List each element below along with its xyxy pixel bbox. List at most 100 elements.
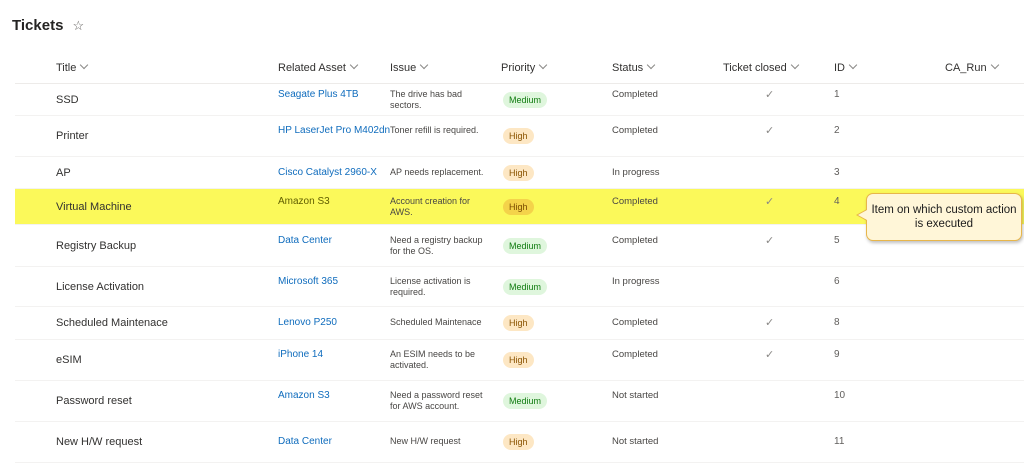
table-row[interactable]: AP Cisco Catalyst 2960-X AP needs replacem… [15,157,1024,189]
chevron-down-icon [790,60,800,70]
ticket-title[interactable]: New H/W request [56,436,142,448]
ticket-title[interactable]: AP [56,167,71,179]
priority-cell: High [503,315,534,331]
priority-badge: High [503,434,534,450]
priority-badge: Medium [503,393,548,409]
rows-container: SSD Seagate Plus 4TB The drive has bad sec… [15,84,1024,463]
priority-cell: Medium [503,278,548,295]
chevron-down-icon [990,60,999,70]
column-header-ticket-closed[interactable]: Ticket closed [723,60,800,74]
column-header-label: ID [834,62,845,74]
ticket-title[interactable]: Password reset [56,395,132,407]
issue-text: Need a password reset for AWS account. [390,390,483,411]
chevron-down-icon [848,60,858,70]
checkmark-icon: ✓ [765,88,775,101]
column-header-label: Related Asset [278,62,346,74]
priority-badge: High [503,315,534,331]
column-header-label: Status [612,62,644,74]
chevron-down-icon [538,60,548,70]
ticket-title[interactable]: Printer [56,130,88,142]
annotation-callout: Item on which custom action is executed [866,193,1022,241]
priority-badge: Medium [503,237,548,254]
column-header-id[interactable]: ID [834,60,858,74]
priority-badge: Medium [503,91,548,108]
related-asset-link[interactable]: Data Center [278,235,332,247]
ticket-id: 4 [834,195,840,207]
checkmark-icon: ✓ [765,349,775,361]
related-asset-link[interactable]: Seagate Plus 4TB [278,89,359,101]
ticket-id: 8 [834,317,840,328]
status-text: In progress [612,275,660,287]
column-header-label: Ticket closed [723,62,787,74]
ticket-title[interactable]: eSIM [56,354,82,366]
column-header-status[interactable]: Status [612,60,656,74]
priority-cell: High [503,352,534,368]
status-text: Not started [612,390,659,401]
status-text: Not started [612,436,659,447]
ticket-id: 10 [834,390,846,401]
priority-cell: Medium [503,237,548,254]
column-header-priority[interactable]: Priority [501,60,548,74]
ticket-title[interactable]: Scheduled Maintenace [56,317,168,329]
status-text: Completed [612,234,658,246]
ticket-id: 1 [834,88,840,100]
star-icon[interactable]: ☆ [72,18,84,34]
ticket-title[interactable]: License Activation [56,281,144,293]
ticket-id: 3 [834,166,840,178]
column-header-label: Title [56,62,77,74]
table-row[interactable]: Printer HP LaserJet Pro M402dn Toner refil… [15,116,1024,157]
related-asset-link[interactable]: Microsoft 365 [278,276,338,288]
ticket-id: 6 [834,275,840,287]
chevron-down-icon [420,60,429,70]
column-header-label: CA_Run [945,62,987,74]
related-asset-link[interactable]: Lenovo P250 [278,317,337,329]
issue-text: AP needs replacement. [390,166,484,177]
ticket-id: 9 [834,349,840,360]
priority-cell: Medium [503,91,548,108]
status-text: Completed [612,88,658,100]
table-row[interactable]: Scheduled Maintenace Lenovo P250 Scheduled… [15,307,1024,340]
status-text: Completed [612,349,658,360]
ticket-title[interactable]: Registry Backup [56,240,136,252]
related-asset-link[interactable]: HP LaserJet Pro M402dn [278,125,390,137]
priority-cell: High [503,128,534,144]
checkmark-icon: ✓ [765,125,775,137]
issue-text: An ESIM needs to be activated. [390,349,476,370]
table-row[interactable]: Password reset Amazon S3 Need a password r… [15,381,1024,422]
status-text: Completed [612,125,658,136]
page-header: Tickets ☆ [12,17,84,34]
related-asset-link[interactable]: Amazon S3 [278,196,330,208]
page-title: Tickets [12,17,64,34]
related-asset-link[interactable]: Data Center [278,436,332,448]
ticket-title[interactable]: SSD [56,94,79,106]
priority-badge: High [503,198,534,215]
callout-pointer-inner [858,210,867,220]
priority-cell: Medium [503,393,548,409]
related-asset-link[interactable]: Cisco Catalyst 2960-X [278,167,377,179]
callout-text: Item on which custom action is executed [871,204,1017,230]
issue-text: License activation is required. [390,275,471,297]
column-header-label: Priority [501,62,536,74]
chevron-down-icon [349,60,359,70]
checkmark-icon: ✓ [765,317,775,329]
table-row[interactable]: eSIM iPhone 14 An ESIM needs to be activat… [15,340,1024,381]
column-header-ca-run[interactable]: CA_Run [945,60,999,74]
related-asset-link[interactable]: iPhone 14 [278,349,323,361]
priority-badge: High [503,128,534,144]
column-header-row: Title Related Asset Issue Priority Statu… [15,55,1024,84]
priority-cell: High [503,164,534,181]
priority-badge: High [503,352,534,368]
column-header-label: Issue [390,62,417,74]
table-row[interactable]: License Activation Microsoft 365 License a… [15,267,1024,307]
chevron-down-icon [646,60,656,70]
related-asset-link[interactable]: Amazon S3 [278,390,330,402]
issue-text: Scheduled Maintenace [390,317,482,327]
table-row[interactable]: SSD Seagate Plus 4TB The drive has bad sec… [15,84,1024,116]
ticket-id: 11 [834,436,845,447]
column-header-title[interactable]: Title [56,60,89,74]
chevron-down-icon [80,60,89,70]
ticket-title[interactable]: Virtual Machine [56,201,132,213]
column-header-related-asset[interactable]: Related Asset [278,60,359,74]
column-header-issue[interactable]: Issue [390,60,429,74]
priority-badge: High [503,164,534,181]
